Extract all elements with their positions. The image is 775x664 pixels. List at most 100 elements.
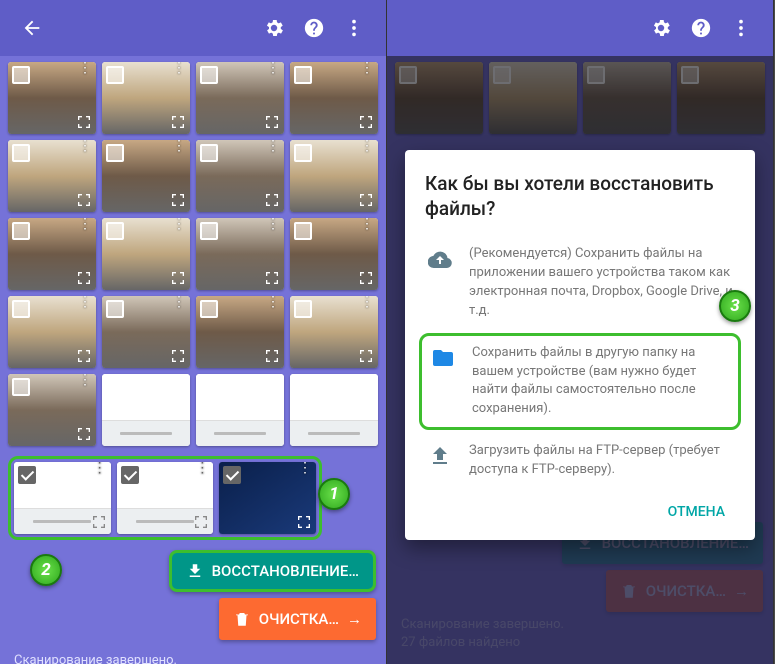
expand-icon[interactable] [76, 348, 92, 364]
restore-button[interactable]: ВОССТАНОВЛЕНИЕ… [169, 550, 376, 592]
tile-menu-icon[interactable]: ⋮ [78, 378, 92, 382]
tile-menu-icon[interactable]: ⋮ [172, 300, 186, 304]
expand-icon[interactable] [170, 348, 186, 364]
tile-menu-icon[interactable]: ⋮ [266, 66, 280, 70]
checkbox[interactable] [12, 144, 30, 162]
gear-icon[interactable] [641, 8, 681, 48]
expand-icon[interactable] [358, 348, 374, 364]
checkbox[interactable] [294, 378, 312, 396]
file-tile[interactable]: ⋮ [196, 218, 284, 290]
option-cloud[interactable]: (Рекомендуется) Сохранить файлы на прило… [425, 235, 735, 330]
expand-icon[interactable] [170, 270, 186, 286]
expand-icon[interactable] [264, 348, 280, 364]
expand-icon[interactable] [296, 514, 312, 530]
tile-menu-icon[interactable]: ⋮ [78, 300, 92, 304]
gear-icon[interactable] [254, 8, 294, 48]
file-tile[interactable]: ⋮ [8, 374, 96, 446]
tile-menu-icon[interactable]: ⋮ [78, 144, 92, 148]
expand-icon[interactable] [76, 114, 92, 130]
checkbox-checked[interactable] [121, 466, 139, 484]
file-tile[interactable]: ⋮ [117, 462, 214, 534]
help-icon[interactable] [294, 8, 334, 48]
expand-icon[interactable] [264, 270, 280, 286]
expand-icon[interactable] [170, 114, 186, 130]
checkbox[interactable] [200, 222, 218, 240]
checkbox[interactable] [106, 300, 124, 318]
expand-icon[interactable] [358, 114, 374, 130]
tile-menu-icon[interactable]: ⋮ [93, 466, 107, 470]
checkbox[interactable] [200, 144, 218, 162]
tile-menu-icon[interactable]: ⋮ [266, 144, 280, 148]
expand-icon[interactable] [264, 114, 280, 130]
tile-menu-icon[interactable]: ⋮ [360, 144, 374, 148]
expand-icon[interactable] [358, 192, 374, 208]
tile-menu-icon[interactable]: ⋮ [78, 222, 92, 226]
file-tile[interactable]: ⋮ [219, 462, 316, 534]
checkbox[interactable] [294, 66, 312, 84]
file-tile[interactable] [102, 374, 190, 446]
expand-icon[interactable] [91, 514, 107, 530]
expand-icon[interactable] [76, 192, 92, 208]
file-tile[interactable]: ⋮ [196, 62, 284, 134]
option-folder[interactable]: Сохранить файлы в другую папку на вашем … [419, 333, 741, 430]
tile-menu-icon[interactable]: ⋮ [360, 222, 374, 226]
tile-menu-icon[interactable]: ⋮ [360, 66, 374, 70]
tile-menu-icon[interactable]: ⋮ [78, 66, 92, 70]
file-tile[interactable]: ⋮ [290, 62, 378, 134]
checkbox[interactable] [106, 222, 124, 240]
file-tile[interactable]: ⋮ [102, 218, 190, 290]
checkbox[interactable] [294, 144, 312, 162]
expand-icon[interactable] [358, 270, 374, 286]
cancel-button[interactable]: ОТМЕНА [658, 496, 735, 528]
checkbox[interactable] [106, 66, 124, 84]
file-tile[interactable]: ⋮ [8, 296, 96, 368]
expand-icon[interactable] [76, 426, 92, 442]
expand-icon[interactable] [264, 192, 280, 208]
file-tile[interactable]: ⋮ [290, 296, 378, 368]
file-tile[interactable]: ⋮ [14, 462, 111, 534]
checkbox-checked[interactable] [18, 466, 36, 484]
checkbox[interactable] [200, 300, 218, 318]
tile-menu-icon[interactable]: ⋮ [266, 300, 280, 304]
tile-menu-icon[interactable]: ⋮ [266, 222, 280, 226]
checkbox[interactable] [294, 222, 312, 240]
back-icon[interactable] [12, 8, 52, 48]
checkbox[interactable] [294, 300, 312, 318]
file-tile[interactable]: ⋮ [102, 296, 190, 368]
tile-menu-icon[interactable]: ⋮ [195, 466, 209, 470]
file-tile[interactable]: ⋮ [290, 140, 378, 212]
checkbox[interactable] [106, 378, 124, 396]
more-icon[interactable] [334, 8, 374, 48]
checkbox[interactable] [106, 144, 124, 162]
option-ftp[interactable]: Загрузить файлы на FTP-сервер (требует д… [425, 432, 735, 490]
more-icon[interactable] [721, 8, 761, 48]
help-icon[interactable] [681, 8, 721, 48]
tile-menu-icon[interactable]: ⋮ [172, 144, 186, 148]
cleanup-button[interactable]: ОЧИСТКА… → [219, 598, 376, 640]
file-tile[interactable]: ⋮ [8, 218, 96, 290]
tile-menu-icon[interactable]: ⋮ [172, 222, 186, 226]
checkbox[interactable] [12, 66, 30, 84]
file-tile[interactable] [290, 374, 378, 446]
file-tile[interactable]: ⋮ [196, 140, 284, 212]
expand-icon[interactable] [170, 192, 186, 208]
file-tile[interactable] [196, 374, 284, 446]
file-tile[interactable]: ⋮ [102, 140, 190, 212]
checkbox[interactable] [12, 378, 30, 396]
appbar [387, 0, 773, 56]
expand-icon[interactable] [193, 514, 209, 530]
checkbox[interactable] [12, 300, 30, 318]
checkbox[interactable] [200, 378, 218, 396]
tile-menu-icon[interactable]: ⋮ [298, 466, 312, 470]
tile-menu-icon[interactable]: ⋮ [172, 66, 186, 70]
file-tile[interactable]: ⋮ [102, 62, 190, 134]
tile-menu-icon[interactable]: ⋮ [360, 300, 374, 304]
file-tile[interactable]: ⋮ [8, 140, 96, 212]
file-tile[interactable]: ⋮ [290, 218, 378, 290]
file-tile[interactable]: ⋮ [8, 62, 96, 134]
expand-icon[interactable] [76, 270, 92, 286]
file-tile[interactable]: ⋮ [196, 296, 284, 368]
checkbox[interactable] [200, 66, 218, 84]
checkbox-checked[interactable] [223, 466, 241, 484]
checkbox[interactable] [12, 222, 30, 240]
